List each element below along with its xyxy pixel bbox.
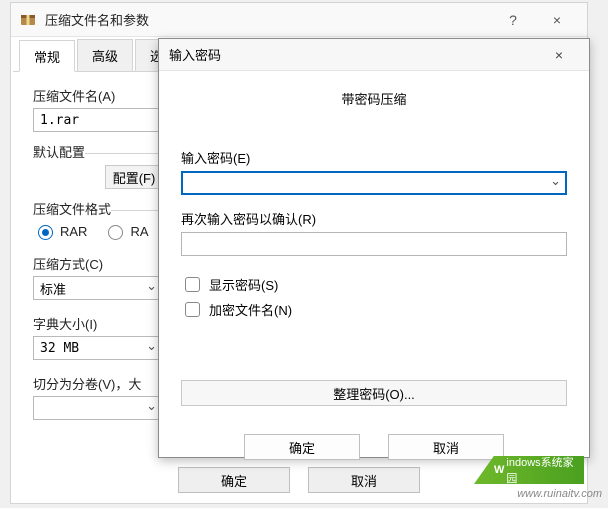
pw-reenter-input[interactable] [181, 232, 567, 256]
pw-cancel-button[interactable]: 取消 [388, 434, 504, 460]
window-title: 压缩文件名和参数 [45, 10, 491, 29]
close-button[interactable]: × [535, 5, 579, 35]
watermark-url: www.ruinaitv.com [517, 488, 602, 500]
pw-reenter-label: 再次输入密码以确认(R) [181, 209, 567, 228]
method-select[interactable] [33, 276, 163, 300]
pw-enter-label: 输入密码(E) [181, 148, 567, 167]
tab-general[interactable]: 常规 [19, 40, 75, 72]
pw-show-checkbox[interactable] [185, 277, 200, 292]
system-buttons: ? × [491, 5, 579, 35]
default-config-label: 默认配置 [33, 142, 85, 161]
format-rar-alt-radio[interactable] [108, 225, 123, 240]
split-select[interactable] [33, 396, 163, 420]
password-dialog: 输入密码 × 带密码压缩 输入密码(E) 再次输入密码以确认(R) 显示密码(S… [158, 38, 590, 458]
pw-titlebar: 输入密码 × [159, 39, 589, 71]
pw-close-button[interactable]: × [539, 47, 579, 63]
format-label: 压缩文件格式 [33, 199, 111, 218]
pw-heading: 带密码压缩 [181, 89, 567, 108]
dict-select[interactable] [33, 336, 163, 360]
pw-encrypt-names-checkbox[interactable] [185, 302, 200, 317]
pw-title: 输入密码 [169, 45, 539, 64]
titlebar: 压缩文件名和参数 ? × [11, 3, 587, 37]
help-button[interactable]: ? [491, 5, 535, 35]
format-rar[interactable]: RAR [33, 222, 87, 240]
pw-enter-input[interactable] [181, 171, 567, 195]
format-rar-radio[interactable] [38, 225, 53, 240]
pw-encrypt-names-row[interactable]: 加密文件名(N) [181, 299, 567, 320]
app-icon [19, 11, 37, 29]
pw-ok-button[interactable]: 确定 [244, 434, 360, 460]
pw-organize-button[interactable]: 整理密码(O)... [181, 380, 567, 406]
pw-show-checkbox-row[interactable]: 显示密码(S) [181, 274, 567, 295]
format-rar-alt[interactable]: RA [103, 222, 148, 240]
config-button[interactable]: 配置(F) [105, 165, 163, 189]
tab-advanced[interactable]: 高级 [77, 39, 133, 71]
